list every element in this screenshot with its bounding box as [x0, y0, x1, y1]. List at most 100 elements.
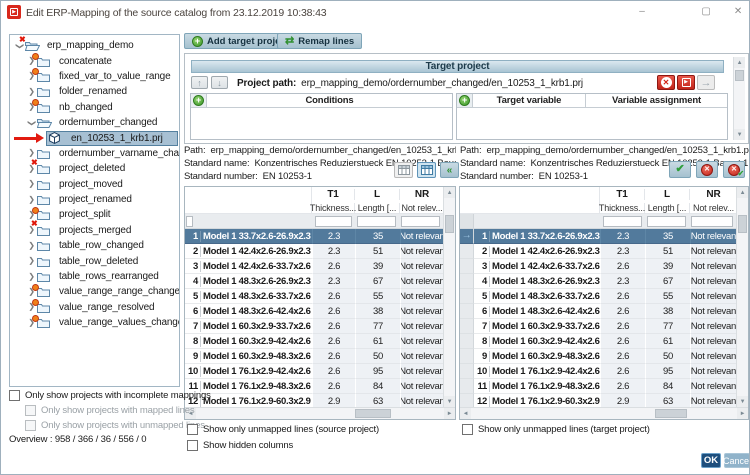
horizontal-scrollbar[interactable]: ◄ ► — [460, 407, 748, 419]
table-row[interactable]: 5Model 1 48.3x2.6-33.7x2.62.655Not relev… — [185, 289, 443, 304]
tree-item[interactable]: ❯concatenate — [10, 53, 179, 68]
filter-input[interactable] — [603, 216, 642, 227]
apply-left-button[interactable]: « — [440, 162, 459, 178]
scrollbar-thumb[interactable] — [355, 409, 391, 418]
tree-item[interactable]: en_10253_1_krb1.prj — [10, 130, 179, 145]
reject-accept-button[interactable]: ✕✔ — [723, 161, 745, 178]
table-row[interactable]: 6Model 1 48.3x2.6-42.4x2.62.638Not relev… — [185, 304, 443, 319]
tree-item[interactable]: ❯ordernumber_changed — [10, 115, 179, 130]
tree-item[interactable]: ❯value_range_resolved — [10, 300, 179, 315]
tree-item[interactable]: ❯table_rows_rearranged — [10, 269, 179, 284]
scroll-down-icon[interactable]: ▼ — [444, 396, 455, 407]
tree-item[interactable]: ❯fixed_var_to_value_range — [10, 69, 179, 84]
tree-item[interactable]: ❯✖projects_merged — [10, 223, 179, 238]
table-row[interactable]: 4Model 1 48.3x2.6-26.9x2.32.367Not relev… — [460, 274, 736, 289]
chevron-down-icon[interactable]: ❯ — [28, 117, 36, 128]
tree-item[interactable]: ❯✖erp_mapping_demo — [10, 38, 179, 53]
scroll-left-icon[interactable]: ◄ — [460, 408, 471, 419]
show-hidden-columns-checkbox[interactable]: Show hidden columns — [187, 440, 293, 451]
scroll-down-icon[interactable]: ▼ — [734, 129, 745, 140]
target-projects-scrollbar[interactable]: ▲ ▼ — [733, 57, 745, 140]
tree-item[interactable]: ❯value_range_values_changed — [10, 315, 179, 330]
chevron-right-icon[interactable]: ❯ — [26, 149, 37, 157]
delete-target-project-button[interactable]: ✕ — [657, 75, 675, 90]
vertical-scrollbar[interactable]: ▲ ▼ — [736, 187, 748, 407]
filter-input[interactable] — [315, 216, 352, 227]
table-row[interactable]: 6Model 1 48.3x2.6-42.4x2.62.638Not relev… — [460, 304, 736, 319]
checkbox-icon[interactable] — [187, 440, 198, 451]
table-row[interactable]: 1Model 1 33.7x2.6-26.9x2.32.335Not relev… — [185, 229, 443, 244]
table-row[interactable]: 11Model 1 76.1x2.9-48.3x2.62.684Not rele… — [460, 379, 736, 394]
scroll-up-icon[interactable]: ▲ — [444, 187, 455, 198]
tree-item[interactable]: ❯table_row_deleted — [10, 253, 179, 268]
remap-lines-button[interactable]: ⇄ Remap lines — [277, 33, 362, 49]
scroll-up-icon[interactable]: ▲ — [737, 187, 748, 198]
close-button[interactable]: ✕ — [727, 4, 749, 20]
scrollbar-thumb[interactable] — [738, 215, 747, 233]
table-row[interactable]: 2Model 1 42.4x2.6-26.9x2.32.351Not relev… — [460, 244, 736, 259]
scroll-right-icon[interactable]: ► — [444, 408, 455, 419]
move-down-button[interactable]: ↓ — [211, 76, 228, 89]
scrollbar-thumb[interactable] — [655, 409, 687, 418]
maximize-button[interactable]: ▢ — [695, 4, 717, 20]
chevron-right-icon[interactable]: ❯ — [26, 180, 37, 188]
tree-item[interactable]: ❯✖project_deleted — [10, 161, 179, 176]
horizontal-scrollbar[interactable]: ◄ ► — [185, 407, 455, 419]
t1-column-header[interactable]: T1 — [312, 189, 355, 200]
table-row[interactable]: 7Model 1 60.3x2.9-33.7x2.62.677Not relev… — [460, 319, 736, 334]
ok-button[interactable]: OK — [701, 453, 721, 468]
cancel-button[interactable]: Cancel — [724, 453, 750, 468]
tree-item[interactable]: ❯folder_renamed — [10, 84, 179, 99]
incomplete-mappings-checkbox[interactable]: Only show projects with incomplete mappi… — [9, 390, 211, 401]
add-condition-button[interactable]: + — [191, 94, 207, 107]
table-row[interactable]: 9Model 1 60.3x2.9-48.3x2.62.650Not relev… — [185, 349, 443, 364]
scroll-right-icon[interactable]: ► — [737, 408, 748, 419]
move-up-button[interactable]: ↑ — [191, 76, 208, 89]
tree-item[interactable]: ❯project_moved — [10, 177, 179, 192]
filter-input[interactable] — [357, 216, 396, 227]
nr-column-header[interactable]: NR — [690, 189, 738, 200]
checkbox-icon[interactable] — [187, 424, 198, 435]
table-row[interactable]: 10Model 1 76.1x2.9-42.4x2.62.695Not rele… — [460, 364, 736, 379]
filter-input[interactable] — [647, 216, 686, 227]
scroll-down-icon[interactable]: ▼ — [737, 396, 748, 407]
chevron-right-icon[interactable]: ❯ — [26, 242, 37, 250]
tree-item[interactable]: ❯table_row_changed — [10, 238, 179, 253]
project-tree[interactable]: ❯✖erp_mapping_demo❯concatenate❯fixed_var… — [9, 34, 180, 387]
table-row[interactable]: 8Model 1 60.3x2.9-42.4x2.62.661Not relev… — [460, 334, 736, 349]
table-row[interactable]: 4Model 1 48.3x2.6-26.9x2.32.367Not relev… — [185, 274, 443, 289]
table-row[interactable]: 9Model 1 60.3x2.9-48.3x2.62.650Not relev… — [460, 349, 736, 364]
scrollbar-thumb[interactable] — [735, 70, 744, 81]
show-unmapped-target-checkbox[interactable]: Show only unmapped lines (target project… — [462, 424, 650, 435]
table-row[interactable]: 12Model 1 76.1x2.9-60.3x2.92.963Not rele… — [185, 394, 443, 407]
show-unmapped-source-checkbox[interactable]: Show only unmapped lines (source project… — [187, 424, 379, 435]
chevron-right-icon[interactable]: ❯ — [26, 88, 37, 96]
filter-input[interactable] — [401, 216, 440, 227]
tree-item[interactable]: ❯project_renamed — [10, 192, 179, 207]
table-row[interactable]: 7Model 1 60.3x2.9-33.7x2.62.677Not relev… — [185, 319, 443, 334]
scroll-up-icon[interactable]: ▲ — [734, 57, 745, 68]
scrollbar-thumb[interactable] — [445, 215, 454, 233]
accept-mapping-button[interactable]: ✔ — [669, 161, 691, 178]
t1-column-header[interactable]: T1 — [600, 189, 645, 200]
chevron-right-icon[interactable]: ❯ — [26, 196, 37, 204]
add-variable-button[interactable]: + — [457, 94, 473, 107]
chevron-right-icon[interactable]: ❯ — [26, 257, 37, 265]
open-project-button[interactable]: ▶ — [677, 75, 695, 90]
table-view-active-button[interactable] — [417, 162, 436, 178]
l-column-header[interactable]: L — [645, 189, 690, 200]
table-row[interactable]: 2Model 1 42.4x2.6-26.9x2.32.351Not relev… — [185, 244, 443, 259]
table-row[interactable]: 3Model 1 42.4x2.6-33.7x2.62.639Not relev… — [185, 259, 443, 274]
selected-tree-item[interactable]: en_10253_1_krb1.prj — [46, 131, 178, 146]
checkbox-icon[interactable] — [462, 424, 473, 435]
tree-item[interactable]: ❯value_range_range_changed — [10, 284, 179, 299]
checkbox-icon[interactable] — [9, 390, 20, 401]
table-row[interactable]: 8Model 1 60.3x2.9-42.4x2.62.661Not relev… — [185, 334, 443, 349]
nr-column-header[interactable]: NR — [400, 189, 445, 200]
l-column-header[interactable]: L — [355, 189, 400, 200]
chevron-right-icon[interactable]: ❯ — [26, 273, 37, 281]
reject-mapping-button[interactable]: ✕ — [696, 161, 718, 178]
minimize-button[interactable]: – — [631, 4, 653, 20]
tree-item[interactable]: ❯nb_changed — [10, 100, 179, 115]
vertical-scrollbar[interactable]: ▲ ▼ — [443, 187, 455, 407]
